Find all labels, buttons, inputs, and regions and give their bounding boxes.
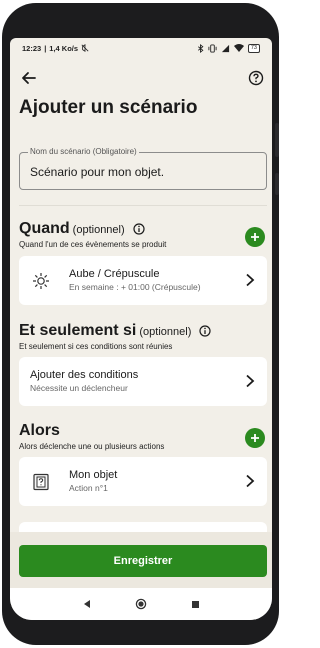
trigger-subtitle: En semaine : + 01:00 (Crépuscule) [69,282,201,292]
signal-icon [221,44,229,52]
system-nav-bar [10,588,272,620]
scenario-name-label: Nom du scénario (Obligatoire) [28,147,139,156]
quand-optional: (optionnel) [72,224,125,236]
trigger-card[interactable]: Aube / Crépuscule En semaine : + 01:00 (… [19,256,267,305]
status-left: 12:23 | 1,4 Ko/s [22,44,89,53]
action-title: Mon objet [69,469,118,481]
save-button[interactable]: Enregistrer [19,545,267,577]
info-icon[interactable] [199,325,211,337]
page-title: Ajouter un scénario [19,97,198,118]
phone-frame: 12:23 | 1,4 Ko/s 73 Ajouter un scénario … [2,3,279,645]
alors-title: Alors [19,422,60,439]
mute-icon [81,44,89,52]
quand-subtitle: Quand l'un de ces évènements se produit [19,240,167,249]
scenario-name-input[interactable] [30,165,250,179]
wifi-icon [233,44,244,52]
status-time: 12:23 [22,43,42,53]
plus-icon [251,233,259,241]
chevron-right-icon [246,374,255,388]
sun-icon [33,273,49,289]
nav-recents-icon[interactable] [191,600,200,609]
screen: 12:23 | 1,4 Ko/s 73 Ajouter un scénario … [10,38,272,620]
conditions-card[interactable]: Ajouter des conditions Nécessite un décl… [19,357,267,406]
status-right: 73 [197,43,260,53]
power-button [275,173,279,195]
nav-home-icon[interactable] [135,598,147,610]
chevron-right-icon [246,474,255,488]
volume-button [275,123,279,157]
trigger-title: Aube / Crépuscule [69,268,160,280]
battery-indicator: 73 [247,43,260,53]
vibrate-icon [208,43,217,53]
add-trigger-button[interactable] [245,227,265,247]
seulement-subtitle: Et seulement si ces conditions sont réun… [19,342,173,351]
back-arrow-icon[interactable] [20,69,38,87]
conditions-title: Ajouter des conditions [30,369,139,381]
scenario-name-field[interactable]: Nom du scénario (Obligatoire) [19,147,267,190]
app-bar [10,65,272,91]
nav-back-icon[interactable] [82,599,92,609]
status-separator: | [44,43,47,53]
seulement-optional: (optionnel) [139,326,192,338]
add-action-button[interactable] [245,428,265,448]
quand-header: Quand (optionnel) [19,220,145,238]
plus-icon [251,434,259,442]
device-icon [33,473,49,491]
action-subtitle: Action n°1 [69,483,108,493]
help-icon[interactable] [248,70,264,86]
seulement-header: Et seulement si (optionnel) [19,322,211,340]
divider [19,205,267,206]
alors-subtitle: Alors déclenche une ou plusieurs actions [19,442,165,451]
chevron-right-icon [246,273,255,287]
info-icon[interactable] [133,223,145,235]
bluetooth-icon [197,43,204,53]
seulement-title: Et seulement si [19,322,137,339]
status-bar: 12:23 | 1,4 Ko/s 73 [10,38,272,58]
alors-header: Alors [19,422,60,440]
action-card[interactable]: Mon objet Action n°1 [19,457,267,506]
status-speed: 1,4 Ko/s [49,43,79,53]
conditions-subtitle: Nécessite un déclencheur [30,383,128,393]
quand-title: Quand [19,220,70,237]
